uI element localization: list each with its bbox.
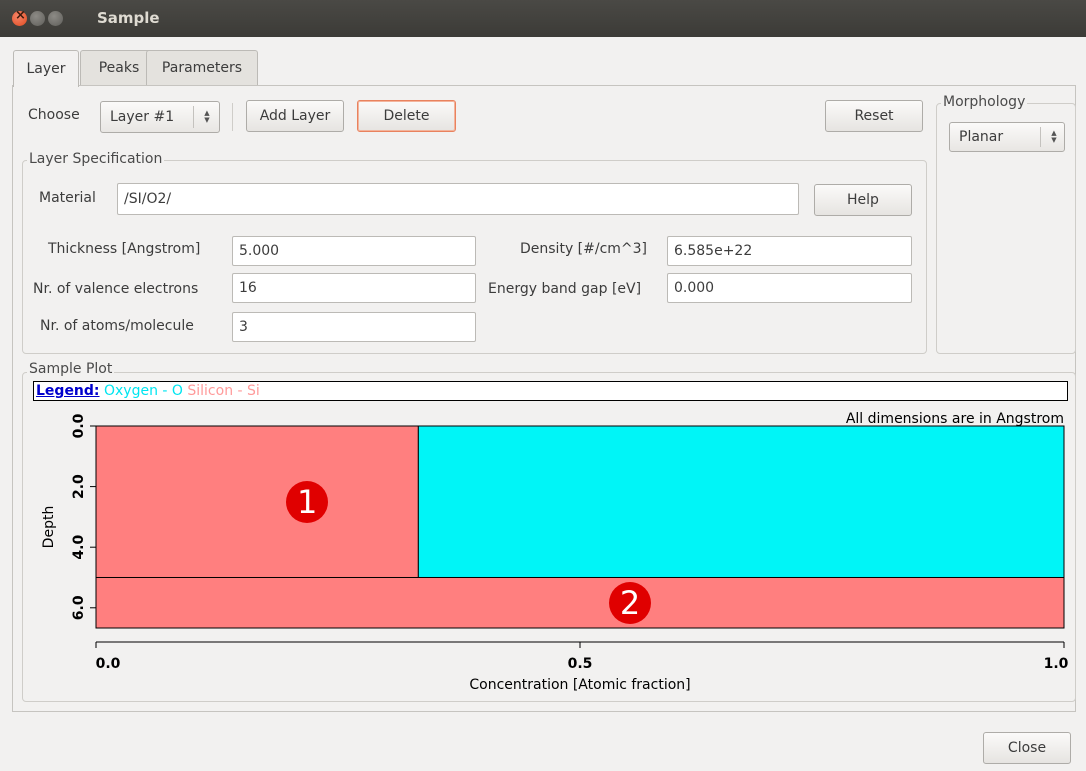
- layer-2-segment-1: [95, 576, 1065, 629]
- y-tick-label: 4.0: [71, 535, 87, 560]
- x-tick-label: 0.5: [568, 656, 593, 672]
- x-axis-label: Concentration [Atomic fraction]: [469, 677, 690, 693]
- y-tick-label: 0.0: [71, 413, 87, 438]
- dimension-note: All dimensions are in Angstrom: [846, 411, 1064, 427]
- layer-number-badge: 2: [609, 581, 651, 624]
- y-tick-label: 2.0: [71, 474, 87, 499]
- x-tick-label: 1.0: [1044, 656, 1069, 672]
- sample-depth-chart: 0.0 0.5 1.0 0.0 2.0 4.0 6.0 All dimensions are…: [41, 411, 1069, 693]
- layer-bars: [95, 425, 1065, 629]
- layer-1-segment-1: [95, 425, 419, 578]
- x-tick-label: 0.0: [96, 656, 121, 672]
- close-button[interactable]: Close: [983, 732, 1071, 764]
- y-tick-label: 6.0: [71, 595, 87, 620]
- tab-layer[interactable]: Layer: [13, 50, 79, 87]
- layer-1-segment-2: [417, 425, 1065, 578]
- layer-number-badge: 1: [286, 480, 329, 523]
- y-axis-label: Depth: [41, 506, 57, 549]
